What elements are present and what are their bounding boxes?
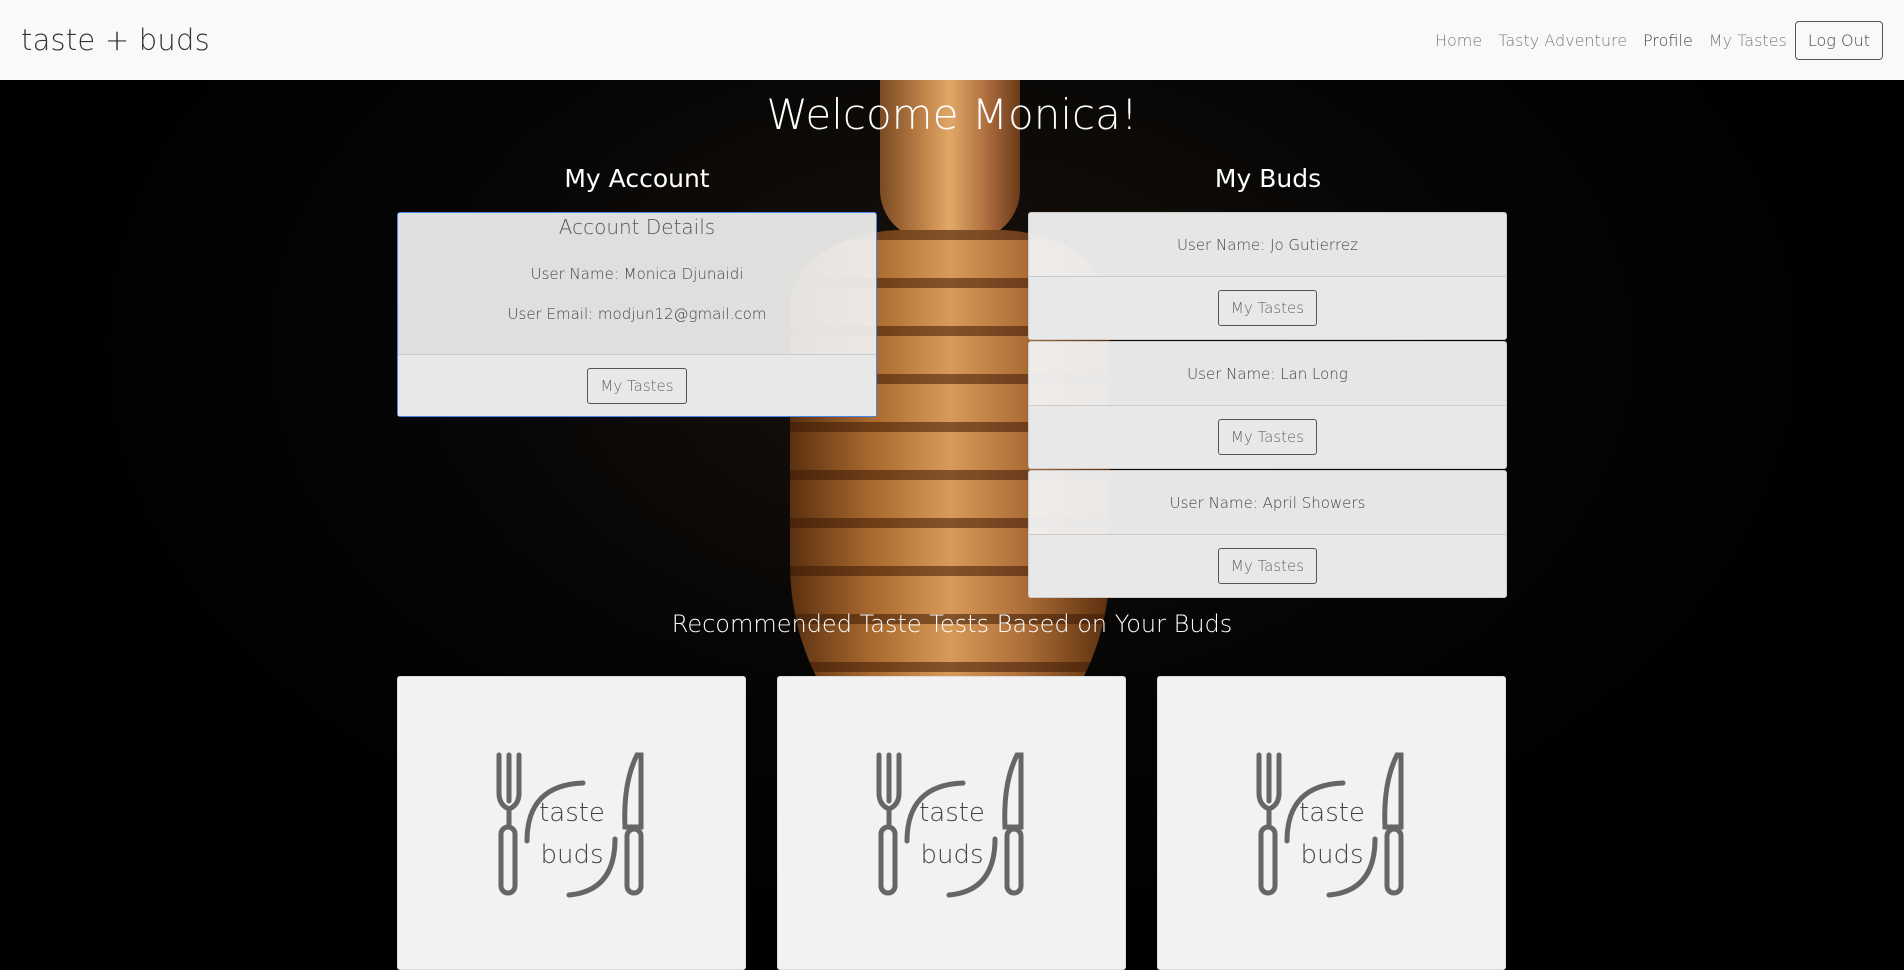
recommended-card[interactable]: taste buds (1157, 676, 1506, 970)
account-user-name: User Name: Monica Djunaidi (530, 265, 744, 283)
nav-my-tastes[interactable]: My Tastes (1701, 31, 1795, 50)
account-details-title: Account Details (558, 215, 716, 239)
account-card-footer: My Tastes (398, 354, 876, 416)
bud-card: User Name: Jo Gutierrez My Tastes (1028, 212, 1507, 340)
logo-text-taste: taste (919, 798, 985, 828)
account-my-tastes-button[interactable]: My Tastes (587, 367, 687, 404)
bud-my-tastes-button[interactable]: My Tastes (1217, 290, 1318, 326)
account-user-email: User Email: modjun12@gmail.com (507, 305, 767, 323)
logo-text-taste: taste (539, 798, 605, 828)
bud-card-footer: My Tastes (1029, 405, 1506, 468)
recommended-heading: Recommended Taste Tests Based on Your Bu… (671, 610, 1233, 638)
nav-home[interactable]: Home (1427, 31, 1490, 50)
fork-knife-logo-icon: taste buds (1256, 752, 1403, 898)
logo-text-buds: buds (540, 840, 603, 870)
bud-card: User Name: April Showers My Tastes (1028, 470, 1507, 598)
recommended-card[interactable]: taste buds (777, 676, 1126, 970)
nav-tasty-adventure[interactable]: Tasty Adventure (1490, 31, 1635, 50)
logo-text-taste: taste (1299, 798, 1365, 828)
bud-card-footer: My Tastes (1029, 534, 1506, 597)
bud-card-footer: My Tastes (1029, 276, 1506, 339)
account-details-card: Account Details User Name: Monica Djunai… (397, 212, 877, 417)
my-account-heading: My Account (564, 164, 710, 193)
bud-card: User Name: Lan Long My Tastes (1028, 341, 1507, 469)
fork-knife-logo-icon: taste buds (496, 752, 643, 898)
nav-profile[interactable]: Profile (1635, 31, 1701, 50)
fork-knife-logo-icon: taste buds (876, 752, 1023, 898)
bud-user-name: User Name: Jo Gutierrez (1177, 236, 1358, 254)
welcome-heading: Welcome Monica! (766, 90, 1138, 139)
logo-text-buds: buds (1300, 840, 1363, 870)
nav-links: Home Tasty Adventure Profile My Tastes L… (1427, 20, 1883, 60)
bud-user-name: User Name: Lan Long (1187, 365, 1348, 383)
logo-text-buds: buds (920, 840, 983, 870)
bud-my-tastes-button[interactable]: My Tastes (1217, 548, 1318, 584)
brand-logo[interactable]: taste + buds (21, 23, 210, 57)
navbar: taste + buds Home Tasty Adventure Profil… (0, 0, 1904, 80)
my-buds-heading: My Buds (1214, 164, 1322, 193)
logout-button[interactable]: Log Out (1794, 20, 1883, 60)
bud-my-tastes-button[interactable]: My Tastes (1217, 419, 1318, 455)
bud-user-name: User Name: April Showers (1169, 494, 1366, 512)
recommended-card[interactable]: taste buds (397, 676, 746, 970)
